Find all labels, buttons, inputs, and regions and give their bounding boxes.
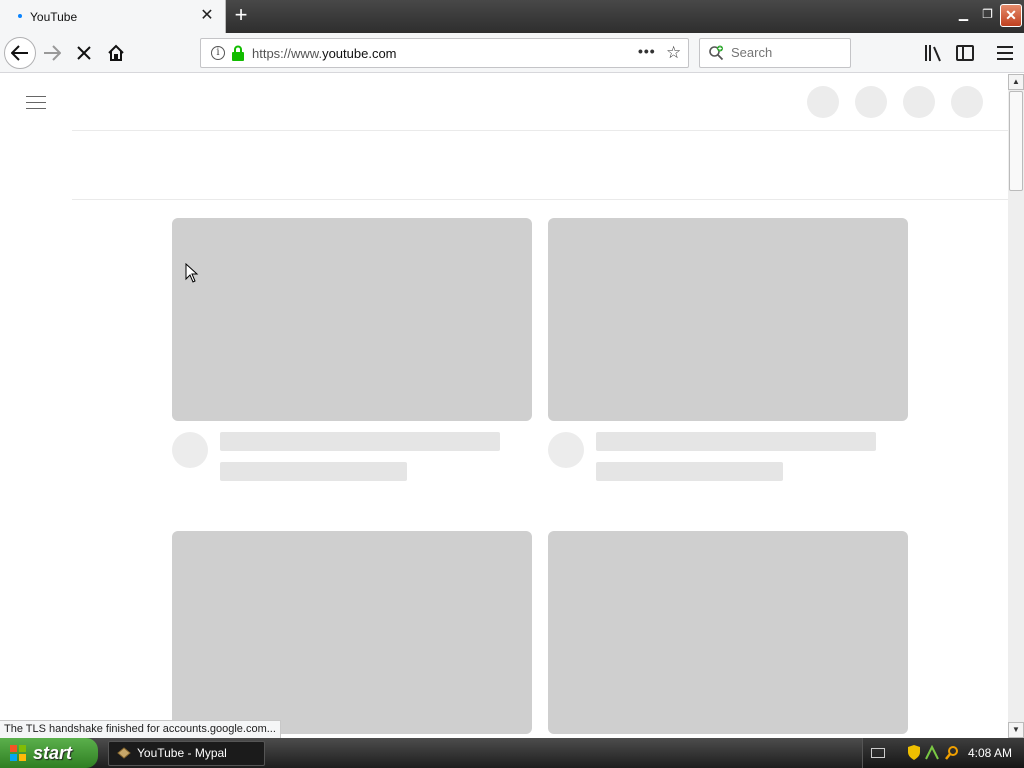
channel-avatar-placeholder bbox=[172, 432, 208, 468]
arrow-right-icon bbox=[44, 45, 61, 61]
arrow-left-icon bbox=[11, 45, 28, 61]
menu-icon[interactable] bbox=[997, 46, 1013, 60]
search-input[interactable] bbox=[731, 45, 841, 60]
home-icon bbox=[108, 44, 124, 61]
tab-title: YouTube bbox=[30, 10, 78, 24]
header-icon-placeholder bbox=[903, 86, 935, 118]
search-box[interactable] bbox=[699, 38, 851, 68]
library-icon[interactable] bbox=[924, 44, 944, 62]
header-icon-placeholder bbox=[807, 86, 839, 118]
title-placeholder bbox=[596, 432, 876, 451]
new-tab-button[interactable]: + bbox=[230, 4, 252, 27]
header-divider bbox=[72, 130, 1008, 131]
scroll-up-arrow-icon[interactable]: ▲ bbox=[1008, 74, 1024, 90]
taskbar-item-label: YouTube - Mypal bbox=[137, 746, 227, 760]
home-button[interactable] bbox=[104, 41, 128, 65]
scroll-down-arrow-icon[interactable]: ▼ bbox=[1008, 722, 1024, 738]
vertical-scrollbar[interactable]: ▲ ▼ bbox=[1008, 74, 1024, 738]
mypal-browser-icon bbox=[117, 747, 131, 759]
windows-flag-icon bbox=[10, 745, 26, 761]
status-bar: The TLS handshake finished for accounts.… bbox=[0, 720, 281, 738]
back-button[interactable] bbox=[4, 37, 36, 69]
security-shield-icon[interactable] bbox=[908, 745, 920, 760]
forward-button[interactable] bbox=[40, 41, 64, 65]
guide-menu-icon[interactable] bbox=[26, 94, 46, 110]
close-icon bbox=[77, 46, 91, 60]
window-close-button[interactable]: ✕ bbox=[1000, 4, 1022, 27]
video-thumbnail-placeholder bbox=[172, 218, 532, 421]
window-restore-button[interactable]: ❐ bbox=[977, 4, 998, 27]
scrollbar-thumb[interactable] bbox=[1009, 91, 1023, 191]
network-icon[interactable] bbox=[925, 745, 939, 760]
bookmark-star-icon[interactable]: ☆ bbox=[666, 43, 684, 63]
tab-strip: YouTube ✕ + ▁ ❐ ✕ bbox=[0, 0, 1024, 33]
clock: 4:08 AM bbox=[968, 746, 1013, 760]
page-actions-icon[interactable]: ••• bbox=[638, 43, 658, 63]
search-icon bbox=[709, 45, 724, 61]
keyboard-icon[interactable] bbox=[871, 748, 885, 758]
title-placeholder bbox=[220, 432, 500, 451]
sidebar-toggle-icon[interactable] bbox=[956, 45, 974, 61]
search-icon[interactable] bbox=[945, 745, 959, 760]
video-thumbnail-placeholder bbox=[172, 531, 532, 734]
url-text[interactable]: https://www.youtube.com bbox=[252, 46, 397, 61]
meta-placeholder bbox=[220, 462, 407, 481]
youtube-favicon-icon bbox=[18, 14, 22, 18]
meta-placeholder bbox=[596, 462, 783, 481]
page-viewport: The TLS handshake finished for accounts.… bbox=[0, 74, 1008, 738]
navigation-toolbar: i https://www.youtube.com ••• ☆ bbox=[0, 33, 1024, 73]
video-thumbnail-placeholder bbox=[548, 218, 908, 421]
mouse-cursor-icon bbox=[185, 263, 199, 283]
channel-avatar-placeholder bbox=[548, 432, 584, 468]
header-icon-placeholder bbox=[951, 86, 983, 118]
taskbar: start YouTube - Mypal 4:08 AM bbox=[0, 738, 1024, 768]
tab-close-icon[interactable]: ✕ bbox=[198, 7, 216, 25]
info-icon[interactable]: i bbox=[211, 46, 225, 60]
lock-icon[interactable] bbox=[231, 45, 245, 61]
system-tray: 4:08 AM bbox=[862, 738, 1024, 768]
start-button[interactable]: start bbox=[0, 738, 98, 768]
window-minimize-button[interactable]: ▁ bbox=[953, 4, 974, 27]
taskbar-item-mypal[interactable]: YouTube - Mypal bbox=[108, 741, 265, 766]
chips-divider bbox=[72, 199, 1008, 200]
stop-button[interactable] bbox=[72, 41, 96, 65]
video-thumbnail-placeholder bbox=[548, 531, 908, 734]
tab-youtube[interactable]: YouTube ✕ bbox=[0, 0, 226, 33]
start-label: start bbox=[33, 743, 73, 763]
url-bar[interactable]: i https://www.youtube.com ••• ☆ bbox=[200, 38, 689, 68]
header-icon-placeholder bbox=[855, 86, 887, 118]
